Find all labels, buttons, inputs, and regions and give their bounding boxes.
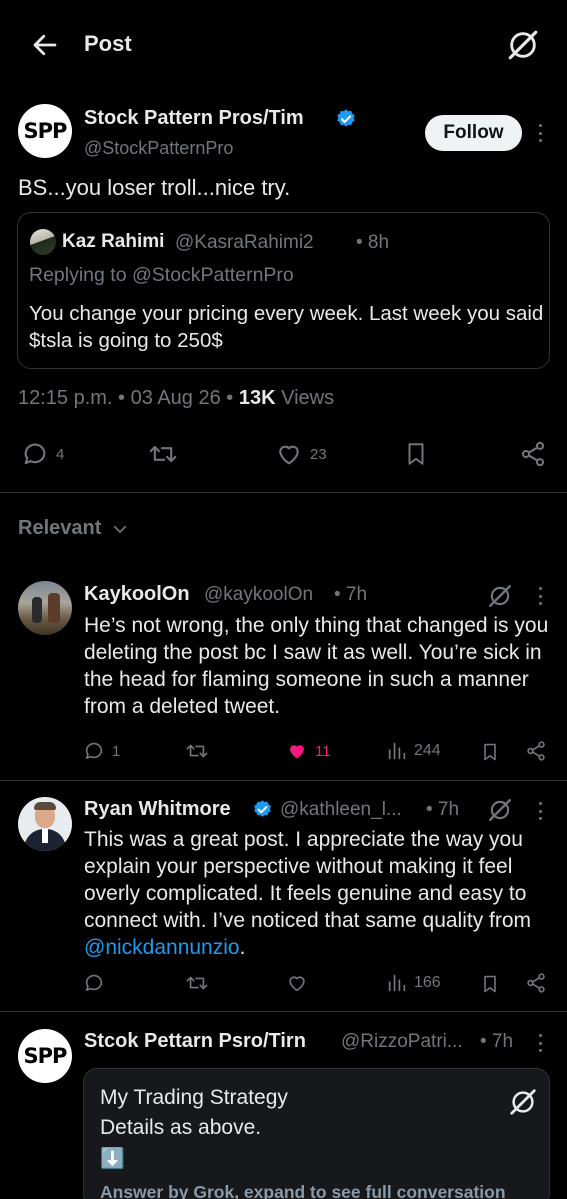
- grok-icon[interactable]: [487, 583, 513, 609]
- reply-author-handle[interactable]: @kaykoolOn: [204, 584, 313, 606]
- reply-count: 4: [56, 445, 65, 463]
- more-options-icon[interactable]: [530, 585, 550, 607]
- more-options-icon[interactable]: [530, 800, 550, 822]
- share-icon[interactable]: [524, 972, 548, 994]
- reply-icon: [85, 974, 103, 991]
- post-timestamp: 12:15 p.m. • 03 Aug 26 •: [18, 387, 239, 409]
- author-avatar[interactable]: SPP: [18, 104, 72, 158]
- reply-author-avatar[interactable]: [18, 797, 72, 851]
- like-count: 11: [315, 742, 331, 760]
- views-button[interactable]: 166: [386, 972, 441, 994]
- reply-author-name[interactable]: KaykoolOn: [84, 583, 190, 606]
- reply-text-suffix: .: [239, 936, 246, 959]
- like-button[interactable]: [285, 972, 315, 994]
- views-count: 13K: [238, 387, 276, 409]
- views-bar-chart-icon: [388, 974, 406, 992]
- follow-button[interactable]: Follow: [425, 115, 522, 151]
- reply-author-handle[interactable]: @kathleen_l...: [280, 799, 402, 821]
- quote-author-name[interactable]: Kaz Rahimi: [62, 231, 164, 253]
- grok-icon: [508, 1087, 538, 1117]
- down-arrow-emoji: ⬇️: [100, 1148, 125, 1170]
- reply-time: • 7h: [334, 584, 368, 605]
- verified-badge-icon: [335, 108, 357, 130]
- grok-icon[interactable]: [487, 797, 513, 823]
- quote-author-avatar[interactable]: [30, 229, 56, 255]
- quoted-post[interactable]: Kaz Rahimi @KasraRahimi2 • 8h Replying t…: [17, 212, 550, 369]
- reply-time: • 7h: [426, 799, 460, 820]
- views-count: 166: [414, 974, 441, 991]
- views-count: 244: [414, 742, 441, 759]
- reply-sort-dropdown[interactable]: Relevant: [18, 517, 129, 540]
- author-handle[interactable]: @StockPatternPro: [84, 138, 233, 159]
- grok-answer-card[interactable]: My Trading Strategy Details as above. ⬇️…: [83, 1068, 550, 1199]
- repost-icon: [186, 744, 208, 758]
- more-options-icon[interactable]: [530, 1032, 550, 1054]
- share-icon[interactable]: [524, 740, 548, 762]
- bookmark-icon[interactable]: [480, 740, 500, 764]
- reply-text: This was a great post. I appreciate the …: [84, 826, 559, 961]
- repost-icon: [186, 976, 208, 990]
- reply-text-prefix: This was a great post. I appreciate the …: [84, 828, 532, 932]
- repost-icon: [149, 445, 177, 463]
- chevron-down-icon: [114, 525, 127, 533]
- post-meta: 12:15 p.m. • 03 Aug 26 • 13K Views: [18, 387, 334, 410]
- views-button[interactable]: 244: [386, 740, 441, 762]
- reply-author-name[interactable]: Stcok Pettarn Psro/Tirn: [84, 1030, 306, 1053]
- divider: [0, 492, 567, 493]
- repost-button[interactable]: [184, 740, 216, 762]
- quote-author-handle[interactable]: @KasraRahimi2: [175, 232, 314, 254]
- views-bar-chart-icon: [388, 742, 406, 760]
- like-button[interactable]: 11: [285, 740, 331, 762]
- post-text: BS...you loser troll...nice try.: [18, 175, 291, 200]
- top-bar: Post: [0, 0, 567, 90]
- reply-author-avatar[interactable]: [18, 581, 72, 635]
- reply-sort-label: Relevant: [18, 517, 102, 539]
- heart-icon: [279, 445, 299, 465]
- mention-link[interactable]: @nickdannunzio: [84, 936, 240, 959]
- reply-button[interactable]: [82, 972, 112, 994]
- like-button[interactable]: 23: [274, 440, 327, 468]
- quote-text: You change your pricing every week. Last…: [29, 302, 544, 352]
- like-count: 23: [310, 445, 327, 463]
- divider: [0, 780, 567, 781]
- author-name[interactable]: Stock Pattern Pros/Tim: [84, 107, 304, 130]
- heart-icon: [289, 976, 305, 992]
- heart-filled-icon: [290, 745, 304, 759]
- reply-time: • 7h: [480, 1031, 514, 1052]
- views-label: Views: [275, 387, 335, 409]
- bookmark-icon[interactable]: [480, 972, 500, 996]
- divider: [0, 1011, 567, 1012]
- card-subtitle: Details as above.: [100, 1116, 262, 1139]
- card-title: My Trading Strategy: [100, 1086, 288, 1109]
- reply-count: 1: [112, 742, 121, 760]
- reply-button[interactable]: 1: [82, 740, 120, 762]
- replying-to[interactable]: Replying to @StockPatternPro: [29, 264, 294, 287]
- grok-icon[interactable]: [506, 28, 540, 62]
- more-options-icon[interactable]: [530, 122, 550, 144]
- reply-icon: [24, 443, 46, 465]
- verified-badge-icon: [252, 799, 273, 820]
- share-icon[interactable]: [518, 440, 548, 468]
- back-arrow-icon[interactable]: [30, 30, 60, 60]
- repost-button[interactable]: [146, 440, 186, 468]
- reply-author-avatar[interactable]: SPP: [18, 1029, 72, 1083]
- card-footer[interactable]: Answer by Grok, expand to see full conve…: [100, 1182, 506, 1199]
- reply-author-name[interactable]: Ryan Whitmore: [84, 798, 231, 821]
- reply-text: He’s not wrong, the only thing that chan…: [84, 614, 549, 718]
- reply-author-handle[interactable]: @RizzoPatri...: [341, 1031, 463, 1053]
- bookmark-icon[interactable]: [403, 439, 429, 469]
- repost-button[interactable]: [184, 972, 216, 994]
- quote-time: • 8h: [356, 232, 390, 253]
- reply-button[interactable]: 4: [20, 440, 64, 468]
- page-title: Post: [84, 31, 132, 56]
- reply-icon: [85, 742, 103, 759]
